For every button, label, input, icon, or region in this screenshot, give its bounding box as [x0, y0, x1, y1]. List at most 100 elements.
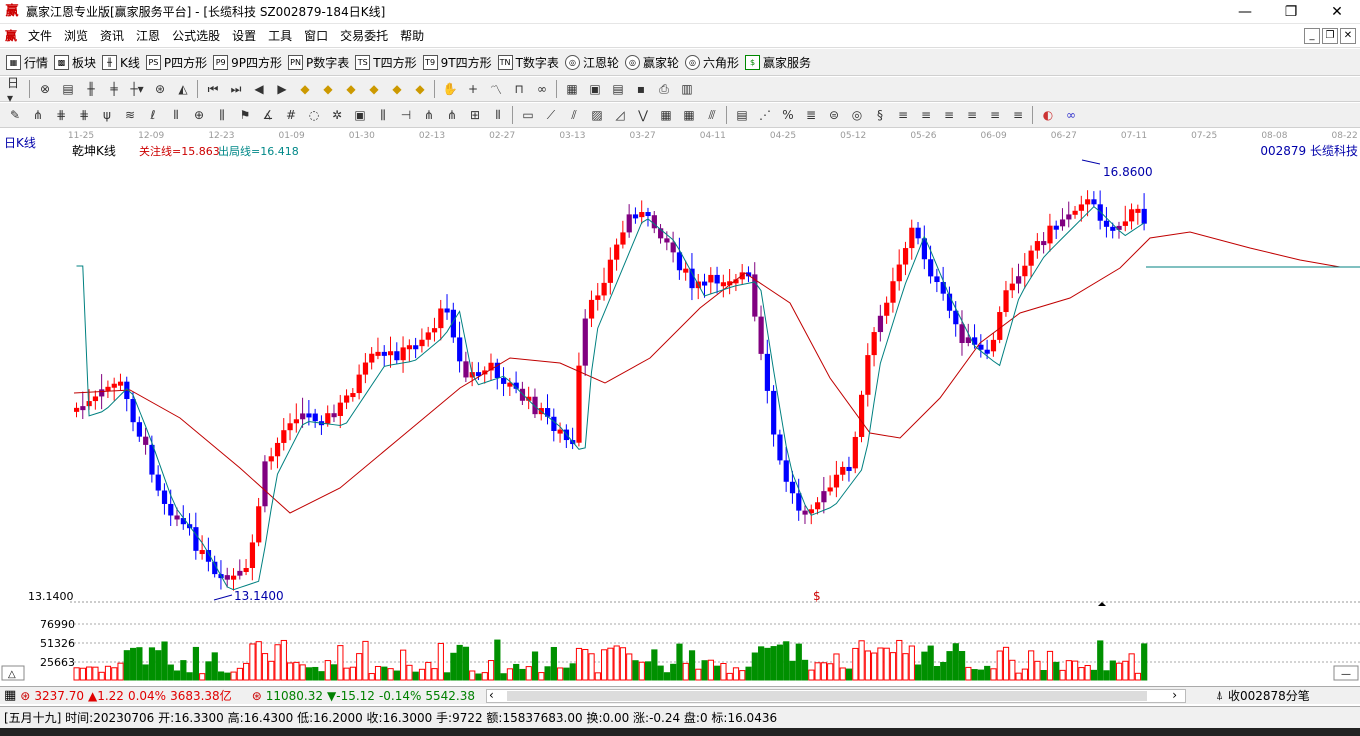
bars-icon[interactable]: ⫼: [214, 107, 230, 123]
angle-icon[interactable]: ∡: [260, 107, 276, 123]
zigzag-icon[interactable]: ⋁: [635, 107, 651, 123]
close-button[interactable]: ✕: [1314, 0, 1360, 24]
compare-icon[interactable]: ⊛: [152, 81, 168, 97]
spiral-icon[interactable]: ◌: [306, 107, 322, 123]
s-icon[interactable]: §: [872, 107, 888, 123]
crosshair-icon[interactable]: +: [465, 81, 481, 97]
grid-tool-icon[interactable]: ⋕: [53, 107, 69, 123]
trend-icon[interactable]: ⟋: [543, 107, 559, 123]
minimize-button[interactable]: —: [1222, 0, 1268, 24]
gold6-icon[interactable]: ≡: [1010, 107, 1026, 123]
kline-style-icon[interactable]: ╫: [83, 81, 99, 97]
box-icon[interactable]: ▣: [352, 107, 368, 123]
menu-browse[interactable]: 浏览: [58, 27, 94, 44]
wave-icon[interactable]: 〽: [488, 81, 504, 97]
level-icon[interactable]: ⊣: [398, 107, 414, 123]
print-icon[interactable]: ⎙: [656, 81, 672, 97]
toolbar-t-square-button[interactable]: TS T四方形: [355, 54, 417, 71]
wave-tool-icon[interactable]: ≋: [122, 107, 138, 123]
kline-chart-panel[interactable]: 11-25 12-09 12-23 01-09 01-30 02-13 02-27 03-13…: [0, 128, 1360, 686]
menu-window[interactable]: 窗口: [298, 27, 334, 44]
toolbar-t-number-button[interactable]: TN T数字表: [497, 54, 559, 71]
color-icon[interactable]: ◐: [1040, 107, 1056, 123]
menu-info[interactable]: 资讯: [94, 27, 130, 44]
toolbar-9p-square-button[interactable]: P9 9P四方形: [213, 54, 282, 71]
channel-icon[interactable]: ⫽: [566, 107, 582, 123]
save-icon[interactable]: ▪: [633, 81, 649, 97]
comb2-icon[interactable]: ⋔: [444, 107, 460, 123]
scroll-right-icon[interactable]: ›: [1172, 688, 1177, 702]
pen-icon[interactable]: ✎: [7, 107, 23, 123]
toolbar-kline-button[interactable]: ╫ K线: [102, 54, 140, 71]
vertical-lines-icon[interactable]: ⫴: [490, 107, 506, 123]
hatch-icon[interactable]: ▨: [589, 107, 605, 123]
rings-icon[interactable]: ◎: [849, 107, 865, 123]
toolbar-9t-square-button[interactable]: T9 9T四方形: [422, 54, 492, 71]
horizontal-scrollbar[interactable]: ‹ ›: [486, 688, 1186, 703]
gold4-icon[interactable]: ≡: [964, 107, 980, 123]
menu-file[interactable]: 文件: [22, 27, 58, 44]
diamond-reset-icon[interactable]: ◆: [412, 81, 428, 97]
prev-icon[interactable]: ◀: [251, 81, 267, 97]
gold5-icon[interactable]: ≡: [987, 107, 1003, 123]
scroll-left-icon[interactable]: ‹: [489, 688, 494, 702]
table-icon[interactable]: ▦: [658, 107, 674, 123]
indicator-icon[interactable]: ◭: [175, 81, 191, 97]
lines-icon[interactable]: ⦀: [168, 107, 184, 123]
doc-icon[interactable]: ▤: [734, 107, 750, 123]
diamond-zoom-icon[interactable]: ◆: [389, 81, 405, 97]
calculator-icon[interactable]: ▣: [587, 81, 603, 97]
export-icon[interactable]: ▥: [679, 81, 695, 97]
triangle-icon[interactable]: ◿: [612, 107, 628, 123]
kline-style2-icon[interactable]: ╪: [106, 81, 122, 97]
toolbar-quotes-button[interactable]: ▦ 行情: [6, 54, 48, 71]
circle-levels-icon[interactable]: ⊜: [826, 107, 842, 123]
infinity-icon[interactable]: ∞: [1063, 107, 1079, 123]
period-dropdown-icon[interactable]: 日▾: [7, 76, 23, 105]
notes-icon[interactable]: ▤: [610, 81, 626, 97]
mdi-minimize-icon[interactable]: _: [1304, 28, 1320, 44]
menu-formula[interactable]: 公式选股: [166, 27, 226, 44]
diamond-up-icon[interactable]: ◆: [297, 81, 313, 97]
kline-chart-svg[interactable]: 11-25 12-09 12-23 01-09 01-30 02-13 02-27 03-13…: [0, 128, 1360, 686]
toolbar-p-square-button[interactable]: PS P四方形: [145, 54, 207, 71]
menu-gann[interactable]: 江恩: [130, 27, 166, 44]
menu-help[interactable]: 帮助: [394, 27, 430, 44]
link-icon[interactable]: ∞: [534, 81, 550, 97]
diamond-right-icon[interactable]: ◆: [366, 81, 382, 97]
circle-grid-icon[interactable]: ⊕: [191, 107, 207, 123]
menu-tools[interactable]: 工具: [262, 27, 298, 44]
document-icon[interactable]: ▤: [60, 81, 76, 97]
gold3-icon[interactable]: ≡: [941, 107, 957, 123]
diamond-down-icon[interactable]: ◆: [320, 81, 336, 97]
comb-icon[interactable]: ⋔: [421, 107, 437, 123]
fib-icon[interactable]: ⋰: [757, 107, 773, 123]
first-icon[interactable]: ⏮: [205, 81, 221, 97]
parallel-icon[interactable]: ⫻: [704, 107, 720, 123]
restore-button[interactable]: ❐: [1268, 0, 1314, 24]
star-icon[interactable]: ✲: [329, 107, 345, 123]
hash-icon[interactable]: #: [283, 107, 299, 123]
gold-icon[interactable]: ≡: [895, 107, 911, 123]
diamond-left-icon[interactable]: ◆: [343, 81, 359, 97]
scroll-thumb[interactable]: [507, 691, 1147, 701]
hand-icon[interactable]: ✋: [442, 81, 458, 97]
toolbar-winner-wheel-button[interactable]: ◎ 赢家轮: [624, 54, 679, 71]
menu-settings[interactable]: 设置: [226, 27, 262, 44]
toolbar-hexagon-button[interactable]: ◎ 六角形: [684, 54, 739, 71]
table2-icon[interactable]: ▦: [681, 107, 697, 123]
rectangle-icon[interactable]: ▭: [520, 107, 536, 123]
cross-hatch-icon[interactable]: ⊞: [467, 107, 483, 123]
percent-icon[interactable]: %: [780, 107, 796, 123]
magnet-icon[interactable]: ⊓: [511, 81, 527, 97]
last-icon[interactable]: ⏭: [228, 81, 244, 97]
grid-tool2-icon[interactable]: ⋕: [76, 107, 92, 123]
next-icon[interactable]: ▶: [274, 81, 290, 97]
fork-icon[interactable]: ψ: [99, 107, 115, 123]
menu-trade[interactable]: 交易委托: [334, 27, 394, 44]
flag-icon[interactable]: ⚑: [237, 107, 253, 123]
calendar-icon[interactable]: ▦: [564, 81, 580, 97]
chart-mode-icon[interactable]: ⊗: [37, 81, 53, 97]
toolbar-sectors-button[interactable]: ▩ 板块: [54, 54, 96, 71]
toolbar-service-button[interactable]: $ 赢家服务: [744, 54, 811, 71]
